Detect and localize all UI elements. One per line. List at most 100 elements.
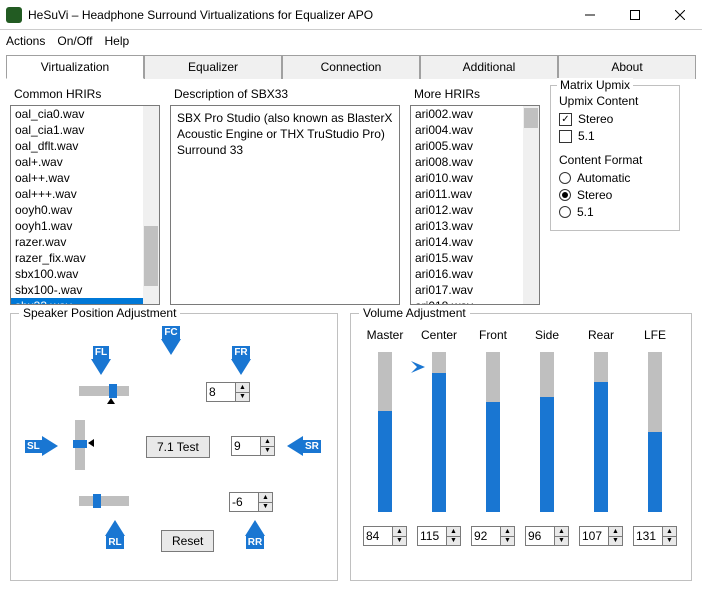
list-item[interactable]: ari005.wav xyxy=(411,138,523,154)
list-item[interactable]: ari011.wav xyxy=(411,186,523,202)
radio-icon xyxy=(559,172,571,184)
volume-adjustment-legend: Volume Adjustment xyxy=(359,306,470,320)
list-item[interactable]: ari017.wav xyxy=(411,282,523,298)
spin-up-icon[interactable]: ▲ xyxy=(260,437,274,447)
tab-bar: Virtualization Equalizer Connection Addi… xyxy=(6,54,696,79)
minimize-button[interactable] xyxy=(567,0,612,30)
list-item[interactable]: razer.wav xyxy=(11,234,143,250)
tab-additional[interactable]: Additional xyxy=(420,55,558,79)
list-item[interactable]: ari015.wav xyxy=(411,250,523,266)
slider-tick-icon xyxy=(88,439,94,447)
list-item[interactable]: oal_cia1.wav xyxy=(11,122,143,138)
tab-equalizer[interactable]: Equalizer xyxy=(144,55,282,79)
volume-slider[interactable] xyxy=(540,352,554,512)
checkbox-icon xyxy=(559,130,572,143)
spin-up-icon[interactable]: ▲ xyxy=(446,527,460,537)
spin-down-icon[interactable]: ▼ xyxy=(446,537,460,546)
rear-position-slider[interactable] xyxy=(79,496,129,506)
side-position-spinner[interactable]: ▲▼ xyxy=(231,436,275,456)
radio-5-1[interactable]: 5.1 xyxy=(559,205,671,219)
volume-spinner[interactable]: ▲▼ xyxy=(525,526,569,546)
app-icon xyxy=(6,7,22,23)
list-item[interactable]: razer_fix.wav xyxy=(11,250,143,266)
list-item[interactable]: oal_cia0.wav xyxy=(11,106,143,122)
volume-thumb-icon[interactable] xyxy=(410,361,426,373)
spin-down-icon[interactable]: ▼ xyxy=(260,447,274,456)
spin-up-icon[interactable]: ▲ xyxy=(662,527,676,537)
list-item[interactable]: ooyh0.wav xyxy=(11,202,143,218)
menu-actions[interactable]: Actions xyxy=(6,34,45,48)
list-item[interactable]: oal_dflt.wav xyxy=(11,138,143,154)
list-item[interactable]: oal++.wav xyxy=(11,170,143,186)
matrix-upmix-legend: Matrix Upmix xyxy=(557,78,633,92)
scrollbar[interactable] xyxy=(523,106,539,304)
tab-virtualization[interactable]: Virtualization xyxy=(6,55,144,79)
list-item[interactable]: ari004.wav xyxy=(411,122,523,138)
tab-about[interactable]: About xyxy=(558,55,696,79)
radio-stereo[interactable]: Stereo xyxy=(559,188,671,202)
volume-spinner[interactable]: ▲▼ xyxy=(579,526,623,546)
spin-up-icon[interactable]: ▲ xyxy=(500,527,514,537)
volume-slider[interactable] xyxy=(378,352,392,512)
spin-down-icon[interactable]: ▼ xyxy=(500,537,514,546)
volume-slider[interactable] xyxy=(594,352,608,512)
menu-help[interactable]: Help xyxy=(105,34,130,48)
list-item[interactable]: ari013.wav xyxy=(411,218,523,234)
spin-up-icon[interactable]: ▲ xyxy=(392,527,406,537)
list-item[interactable]: oal+.wav xyxy=(11,154,143,170)
volume-spinner[interactable]: ▲▼ xyxy=(633,526,677,546)
checkbox-stereo[interactable]: ✓Stereo xyxy=(559,112,671,126)
radio-automatic[interactable]: Automatic xyxy=(559,171,671,185)
list-item[interactable]: ari016.wav xyxy=(411,266,523,282)
side-position-slider[interactable] xyxy=(75,420,85,470)
tab-connection[interactable]: Connection xyxy=(282,55,420,79)
rear-position-spinner[interactable]: ▲▼ xyxy=(229,492,273,512)
volume-slider[interactable] xyxy=(432,352,446,512)
spin-down-icon[interactable]: ▼ xyxy=(608,537,622,546)
list-item[interactable]: ari018.wav xyxy=(411,298,523,304)
spin-up-icon[interactable]: ▲ xyxy=(608,527,622,537)
list-item[interactable]: ooyh1.wav xyxy=(11,218,143,234)
test-button[interactable]: 7.1 Test xyxy=(146,436,210,458)
menu-onoff[interactable]: On/Off xyxy=(57,34,92,48)
list-item[interactable]: ari002.wav xyxy=(411,106,523,122)
scrollbar[interactable] xyxy=(143,106,159,304)
scrollbar-thumb[interactable] xyxy=(524,108,538,128)
list-item[interactable]: sbx100-.wav xyxy=(11,282,143,298)
list-item[interactable]: ari014.wav xyxy=(411,234,523,250)
list-item[interactable]: oal+++.wav xyxy=(11,186,143,202)
more-hrirs-list[interactable]: ari002.wavari004.wavari005.wavari008.wav… xyxy=(410,105,540,305)
close-button[interactable] xyxy=(657,0,702,30)
common-hrirs-list[interactable]: oal_cia0.wavoal_cia1.wavoal_dflt.wavoal+… xyxy=(10,105,160,305)
volume-column: Side▲▼ xyxy=(523,328,571,546)
spin-down-icon[interactable]: ▼ xyxy=(662,537,676,546)
spin-down-icon[interactable]: ▼ xyxy=(392,537,406,546)
spin-down-icon[interactable]: ▼ xyxy=(258,503,272,512)
volume-slider[interactable] xyxy=(486,352,500,512)
list-item[interactable]: ari010.wav xyxy=(411,170,523,186)
list-item[interactable]: sbx100.wav xyxy=(11,266,143,282)
volume-label: Front xyxy=(479,328,507,342)
volume-spinner[interactable]: ▲▼ xyxy=(363,526,407,546)
checkbox-5-1[interactable]: 5.1 xyxy=(559,129,671,143)
spin-up-icon[interactable]: ▲ xyxy=(554,527,568,537)
list-item[interactable]: ari008.wav xyxy=(411,154,523,170)
front-position-slider[interactable] xyxy=(79,386,129,396)
spin-up-icon[interactable]: ▲ xyxy=(235,383,249,393)
arrow-up-icon xyxy=(105,520,125,536)
front-position-spinner[interactable]: ▲▼ xyxy=(206,382,250,402)
volume-column: Front ▲▼ xyxy=(469,328,517,546)
reset-button[interactable]: Reset xyxy=(161,530,214,552)
titlebar: HeSuVi – Headphone Surround Virtualizati… xyxy=(0,0,702,30)
spin-down-icon[interactable]: ▼ xyxy=(554,537,568,546)
spin-down-icon[interactable]: ▼ xyxy=(235,393,249,402)
volume-spinner[interactable]: ▲▼ xyxy=(471,526,515,546)
radio-icon xyxy=(559,206,571,218)
maximize-button[interactable] xyxy=(612,0,657,30)
list-item[interactable]: sbx33.wav xyxy=(11,298,143,304)
scrollbar-thumb[interactable] xyxy=(144,226,158,286)
spin-up-icon[interactable]: ▲ xyxy=(258,493,272,503)
volume-spinner[interactable]: ▲▼ xyxy=(417,526,461,546)
list-item[interactable]: ari012.wav xyxy=(411,202,523,218)
volume-slider[interactable] xyxy=(648,352,662,512)
